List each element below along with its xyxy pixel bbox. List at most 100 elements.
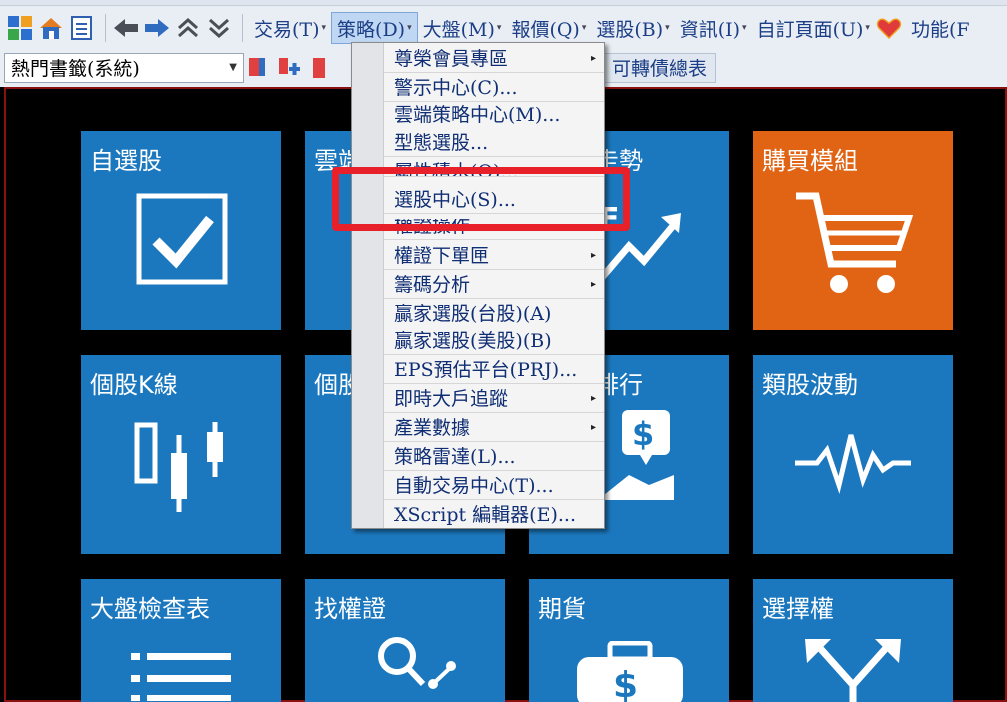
menu-custom-page-label: 自訂頁面(U) bbox=[756, 18, 864, 41]
chevron-down-icon: ▾ bbox=[496, 23, 502, 33]
collapse-up-icon[interactable] bbox=[174, 13, 202, 43]
menu-stock-picking-label: 選股(B) bbox=[596, 18, 664, 41]
chevron-down-icon: ▼ bbox=[229, 62, 237, 73]
menu-item-label: 權證下單匣 bbox=[394, 245, 490, 267]
menu-item-label: 即時大戶追蹤 bbox=[394, 388, 509, 410]
menu-function[interactable]: 功能(F bbox=[906, 12, 975, 44]
menu-item-vip-zone[interactable]: 尊榮會員專區 ▸ bbox=[384, 45, 604, 73]
title-bar bbox=[0, 0, 1007, 6]
chevron-down-icon: ▾ bbox=[742, 23, 747, 33]
bookmark-edit-icon[interactable] bbox=[244, 53, 272, 83]
tile-find-warrant-label: 找權證 bbox=[314, 595, 386, 623]
back-arrow-icon[interactable] bbox=[112, 13, 140, 43]
forward-arrow-icon[interactable] bbox=[143, 13, 171, 43]
menu-item-winner-us[interactable]: 贏家選股(美股)(B) bbox=[384, 327, 604, 355]
menu-item-label: 型態選股... bbox=[394, 132, 489, 154]
menu-market[interactable]: 大盤(M) ▾ bbox=[418, 12, 507, 44]
checkbox-icon bbox=[136, 193, 228, 285]
menu-item-label: 籌碼分析 bbox=[394, 274, 471, 296]
annotation-highlight-box bbox=[332, 167, 630, 231]
menu-market-label: 大盤(M) bbox=[422, 18, 495, 41]
menu-item-winner-tw[interactable]: 贏家選股(台股)(A) bbox=[384, 300, 604, 328]
convertible-bond-label: 可轉債總表 bbox=[612, 58, 708, 80]
list-icon bbox=[131, 653, 231, 701]
submenu-arrow-icon: ▸ bbox=[590, 393, 596, 404]
grid-icon[interactable] bbox=[6, 13, 34, 43]
tile-sector-volatility[interactable]: 類股波動 bbox=[753, 355, 953, 554]
strategy-dropdown-menu: 尊榮會員專區 ▸ 警示中心(C)... 雲端策略中心(M)... 型態選股... … bbox=[351, 42, 605, 529]
menu-item-cloud-strategy[interactable]: 雲端策略中心(M)... bbox=[384, 101, 604, 129]
toolbar-separator bbox=[105, 14, 106, 42]
submenu-arrow-icon: ▸ bbox=[590, 279, 596, 290]
tile-purchase-module[interactable]: 購買模組 bbox=[753, 131, 953, 330]
convertible-bond-button[interactable]: 可轉債總表 bbox=[603, 52, 717, 83]
menu-item-industry-data[interactable]: 產業數據 ▸ bbox=[384, 414, 604, 442]
bookmark-flag-icon[interactable] bbox=[306, 53, 334, 83]
menu-item-alert-center[interactable]: 警示中心(C)... bbox=[384, 74, 604, 102]
briefcase-dollar-icon: $ bbox=[577, 641, 683, 702]
chevron-down-icon: ▾ bbox=[581, 23, 587, 33]
tile-futures-label: 期貨 bbox=[538, 595, 586, 623]
tile-market-checklist-label: 大盤檢查表 bbox=[90, 595, 210, 623]
menu-item-auto-trading[interactable]: 自動交易中心(T)... bbox=[384, 472, 604, 500]
chevron-down-icon: ▾ bbox=[407, 23, 412, 33]
submenu-arrow-icon: ▸ bbox=[590, 250, 596, 261]
menu-item-warrant-order[interactable]: 權證下單匣 ▸ bbox=[384, 242, 604, 270]
menu-trade-label: 交易(T) bbox=[254, 18, 320, 41]
collapse-down-icon[interactable] bbox=[205, 13, 233, 43]
menu-icon-gutter bbox=[352, 43, 384, 528]
menu-item-eps-platform[interactable]: EPS預估平台(PRJ)... bbox=[384, 356, 604, 384]
tile-market-checklist[interactable]: 大盤檢查表 bbox=[81, 579, 281, 702]
menu-item-label: 尊榮會員專區 bbox=[394, 48, 509, 70]
home-icon[interactable] bbox=[37, 13, 65, 43]
tile-purchase-module-label: 購買模組 bbox=[762, 147, 858, 175]
tile-watchlist-label: 自選股 bbox=[90, 147, 162, 175]
menu-quote-label: 報價(Q) bbox=[511, 18, 580, 41]
document-icon[interactable] bbox=[68, 13, 96, 43]
menu-item-pattern-screening[interactable]: 型態選股... bbox=[384, 129, 604, 157]
menu-custom-page[interactable]: 自訂頁面(U) ▾ bbox=[752, 12, 875, 44]
tile-stock-kline[interactable]: 個股K線 bbox=[81, 355, 281, 554]
chevron-down-icon: ▾ bbox=[321, 23, 327, 33]
menu-item-label: 贏家選股(美股)(B) bbox=[394, 330, 552, 352]
menu-item-strategy-radar[interactable]: 策略雷達(L)... bbox=[384, 443, 604, 471]
dollar-ranking-icon: $ bbox=[604, 410, 674, 500]
submenu-arrow-icon: ▸ bbox=[590, 53, 596, 64]
chevron-down-icon: ▾ bbox=[665, 23, 670, 33]
tile-futures[interactable]: 期貨 $ bbox=[529, 579, 729, 702]
menu-item-big-trader[interactable]: 即時大戶追蹤 ▸ bbox=[384, 385, 604, 413]
svg-text:$: $ bbox=[613, 665, 638, 702]
menu-item-label: 警示中心(C)... bbox=[394, 77, 518, 99]
shopping-cart-icon bbox=[796, 192, 914, 293]
menu-item-xscript-editor[interactable]: XScript 編輯器(E)... bbox=[384, 501, 604, 529]
menu-strategy[interactable]: 策略(D) ▾ bbox=[331, 12, 418, 44]
tile-find-warrant[interactable]: 找權證 bbox=[305, 579, 505, 702]
submenu-arrow-icon: ▸ bbox=[590, 422, 596, 433]
menu-item-label: 策略雷達(L)... bbox=[394, 446, 516, 468]
menu-item-label: EPS預估平台(PRJ)... bbox=[394, 359, 578, 381]
tile-sector-volatility-label: 類股波動 bbox=[762, 371, 858, 399]
tile-stock-kline-label: 個股K線 bbox=[90, 371, 178, 399]
tile-options-label: 選擇權 bbox=[762, 595, 834, 623]
tile-options[interactable]: 選擇權 bbox=[753, 579, 953, 702]
tile-watchlist[interactable]: 自選股 bbox=[81, 131, 281, 330]
menu-info[interactable]: 資訊(I) ▾ bbox=[675, 12, 752, 44]
heart-icon[interactable] bbox=[875, 13, 903, 43]
menu-trade[interactable]: 交易(T) ▾ bbox=[249, 12, 331, 44]
svg-text:$: $ bbox=[632, 415, 654, 453]
menu-item-label: XScript 編輯器(E)... bbox=[394, 504, 576, 526]
menu-stock-picking[interactable]: 選股(B) ▾ bbox=[591, 12, 674, 44]
bookmark-add-icon[interactable] bbox=[275, 53, 303, 83]
menu-item-label: 自動交易中心(T)... bbox=[394, 475, 554, 497]
chevron-down-icon: ▾ bbox=[865, 23, 870, 33]
bookmark-select[interactable]: 熱門書籤(系統) ▼ bbox=[4, 52, 244, 83]
magnifier-network-icon bbox=[378, 637, 456, 689]
menu-item-chip-analysis[interactable]: 籌碼分析 ▸ bbox=[384, 271, 604, 299]
menu-item-label: 產業數據 bbox=[394, 417, 471, 439]
menu-function-label: 功能(F bbox=[910, 18, 970, 41]
toolbar-separator bbox=[242, 14, 243, 42]
candlestick-icon bbox=[134, 422, 223, 512]
menu-info-label: 資訊(I) bbox=[679, 18, 741, 41]
split-arrows-icon bbox=[805, 639, 901, 702]
menu-quote[interactable]: 報價(Q) ▾ bbox=[506, 12, 591, 44]
